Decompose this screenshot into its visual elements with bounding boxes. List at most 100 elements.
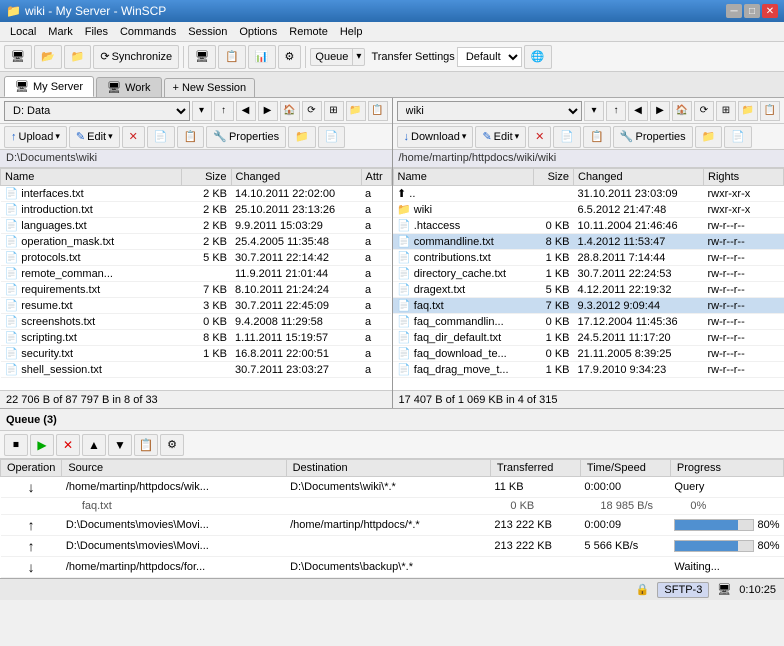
right-addr-back[interactable]: ◀ <box>628 101 648 121</box>
menu-item-remote[interactable]: Remote <box>283 24 334 40</box>
left-col-attr[interactable]: Attr <box>361 169 391 186</box>
left-file-row[interactable]: 📄 resume.txt 3 KB 30.7.2011 22:45:09 a <box>1 298 392 314</box>
menu-item-help[interactable]: Help <box>334 24 369 40</box>
toolbar-btn-5[interactable]: 📋 <box>218 45 246 69</box>
maximize-button[interactable]: □ <box>744 4 760 18</box>
right-file-row[interactable]: 📄 contributions.txt 1 KB 28.8.2011 7:14:… <box>393 250 784 266</box>
left-addr-browse[interactable]: ▾ <box>192 101 212 121</box>
toolbar-btn-4[interactable]: 🖥 <box>188 45 216 69</box>
right-col-name[interactable]: Name <box>393 169 534 186</box>
queue-down-button[interactable]: ▼ <box>108 434 132 456</box>
left-addr-forward[interactable]: ▶ <box>258 101 278 121</box>
right-file-row[interactable]: 📄 commandline.txt 8 KB 1.4.2012 11:53:47… <box>393 234 784 250</box>
queue-row[interactable]: ↓ /home/martinp/httpdocs/for... D:\Docum… <box>1 557 784 578</box>
queue-resume-button[interactable]: ▶ <box>30 434 54 456</box>
tab-my-server[interactable]: 🖥 My Server <box>4 76 94 97</box>
right-addr-root[interactable]: ⊞ <box>716 101 736 121</box>
left-col-changed[interactable]: Changed <box>231 169 361 186</box>
toolbar-btn-8[interactable]: 🌐 <box>524 45 552 69</box>
menu-item-session[interactable]: Session <box>182 24 233 40</box>
right-addr-refresh[interactable]: ⟳ <box>694 101 714 121</box>
right-col-changed[interactable]: Changed <box>574 169 704 186</box>
queue-row[interactable]: ↑ D:\Documents\movies\Movi... 213 222 KB… <box>1 536 784 557</box>
left-file-row[interactable]: 📄 shell_session.txt 30.7.2011 23:03:27 a <box>1 362 392 378</box>
close-button[interactable]: ✕ <box>762 4 778 18</box>
left-file-row[interactable]: 📄 remote_comman... 11.9.2011 21:01:44 a <box>1 266 392 282</box>
toolbar-btn-1[interactable]: 🖥 <box>4 45 32 69</box>
right-file-row[interactable]: 📄 dragext.txt 5 KB 4.12.2011 22:19:32 rw… <box>393 282 784 298</box>
right-addr-forward[interactable]: ▶ <box>650 101 670 121</box>
new-session-button[interactable]: + New Session <box>164 78 256 97</box>
queue-start-button[interactable]: ⏹ <box>4 434 28 456</box>
left-file-row[interactable]: 📄 interfaces.txt 2 KB 14.10.2011 22:02:0… <box>1 186 392 202</box>
right-file-row[interactable]: 📄 faq_dir_default.txt 1 KB 24.5.2011 11:… <box>393 330 784 346</box>
left-addr-new[interactable]: 📁 <box>346 101 366 121</box>
right-file-row[interactable]: ⬆ .. 31.10.2011 23:03:09 rwxr-xr-x <box>393 186 784 202</box>
right-newfolder-button[interactable]: 📁 <box>695 126 723 148</box>
left-edit-dropdown[interactable]: ▾ <box>108 131 113 142</box>
left-move-button[interactable]: 📋 <box>177 126 205 148</box>
toolbar-btn-6[interactable]: 📊 <box>248 45 276 69</box>
left-file-row[interactable]: 📄 scripting.txt 8 KB 1.11.2011 15:19:57 … <box>1 330 392 346</box>
right-file-row[interactable]: 📄 directory_cache.txt 1 KB 30.7.2011 22:… <box>393 266 784 282</box>
left-addr-back[interactable]: ◀ <box>236 101 256 121</box>
left-newfolder-button[interactable]: 📁 <box>288 126 316 148</box>
left-address-input[interactable]: D: Data <box>4 101 190 121</box>
left-col-name[interactable]: Name <box>1 169 182 186</box>
left-file-row[interactable]: 📄 protocols.txt 5 KB 30.7.2011 22:14:42 … <box>1 250 392 266</box>
queue-settings-button[interactable]: ⚙ <box>160 434 184 456</box>
right-address-input[interactable]: wiki <box>397 101 583 121</box>
queue-col-source[interactable]: Source <box>62 460 286 477</box>
download-dropdown-icon[interactable]: ▾ <box>462 131 467 142</box>
left-edit-button[interactable]: ✎ Edit ▾ <box>69 126 120 148</box>
queue-dropdown-arrow[interactable]: ▾ <box>353 49 364 64</box>
minimize-button[interactable]: ─ <box>726 4 742 18</box>
queue-col-speed[interactable]: Time/Speed <box>580 460 670 477</box>
right-file-row[interactable]: 📁 wiki 6.5.2012 21:47:48 rwxr-xr-x <box>393 202 784 218</box>
left-file-row[interactable]: 📄 introduction.txt 2 KB 25.10.2011 23:13… <box>1 202 392 218</box>
right-addr-parent[interactable]: ↑ <box>606 101 626 121</box>
left-addr-parent[interactable]: ↑ <box>214 101 234 121</box>
left-addr-copy[interactable]: 📋 <box>368 101 388 121</box>
right-col-rights[interactable]: Rights <box>704 169 784 186</box>
left-properties-button[interactable]: 🔧 Properties <box>206 126 286 148</box>
right-edit-dropdown[interactable]: ▾ <box>515 131 520 142</box>
left-file-row[interactable]: 📄 requirements.txt 7 KB 8.10.2011 21:24:… <box>1 282 392 298</box>
right-move-button[interactable]: 📋 <box>583 126 611 148</box>
menu-item-files[interactable]: Files <box>79 24 114 40</box>
right-delete-button[interactable]: ✕ <box>528 126 551 148</box>
right-properties-button[interactable]: 🔧 Properties <box>613 126 693 148</box>
queue-col-transferred[interactable]: Transferred <box>490 460 580 477</box>
right-file-row[interactable]: 📄 faq.txt 7 KB 9.3.2012 9:09:44 rw-r--r-… <box>393 298 784 314</box>
right-addr-new[interactable]: 📁 <box>738 101 758 121</box>
left-copy-button[interactable]: 📄 <box>147 126 175 148</box>
right-file-row[interactable]: 📄 faq_download_te... 0 KB 21.11.2005 8:3… <box>393 346 784 362</box>
queue-copy-button[interactable]: 📋 <box>134 434 158 456</box>
transfer-settings-select[interactable]: Default <box>457 47 522 67</box>
left-addr-refresh[interactable]: ⟳ <box>302 101 322 121</box>
queue-up-button[interactable]: ▲ <box>82 434 106 456</box>
right-addr-copy[interactable]: 📋 <box>760 101 780 121</box>
queue-col-op[interactable]: Operation <box>1 460 62 477</box>
right-file-row[interactable]: 📄 faq_drag_move_t... 1 KB 17.9.2010 9:34… <box>393 362 784 378</box>
menu-item-local[interactable]: Local <box>4 24 42 40</box>
right-col-size[interactable]: Size <box>534 169 574 186</box>
right-history-button[interactable]: 📄 <box>724 126 752 148</box>
left-delete-button[interactable]: ✕ <box>122 126 145 148</box>
toolbar-btn-7[interactable]: ⚙ <box>278 45 302 69</box>
menu-item-options[interactable]: Options <box>233 24 283 40</box>
upload-button[interactable]: ↑ Upload ▾ <box>4 126 67 148</box>
queue-button[interactable]: Queue ▾ <box>310 48 365 66</box>
left-addr-root[interactable]: ⊞ <box>324 101 344 121</box>
right-edit-button[interactable]: ✎ Edit ▾ <box>475 126 526 148</box>
toolbar-btn-3[interactable]: 📁 <box>64 45 92 69</box>
queue-row[interactable]: ↓ /home/martinp/httpdocs/wik... D:\Docum… <box>1 477 784 498</box>
left-history-button[interactable]: 📄 <box>318 126 346 148</box>
right-copy-button[interactable]: 📄 <box>553 126 581 148</box>
left-file-row[interactable]: 📄 languages.txt 2 KB 9.9.2011 15:03:29 a <box>1 218 392 234</box>
download-button[interactable]: ↓ Download ▾ <box>397 126 474 148</box>
queue-col-progress[interactable]: Progress <box>670 460 783 477</box>
queue-col-dest[interactable]: Destination <box>286 460 490 477</box>
tab-work[interactable]: 🖥 Work <box>96 77 161 97</box>
toolbar-btn-2[interactable]: 📂 <box>34 45 62 69</box>
